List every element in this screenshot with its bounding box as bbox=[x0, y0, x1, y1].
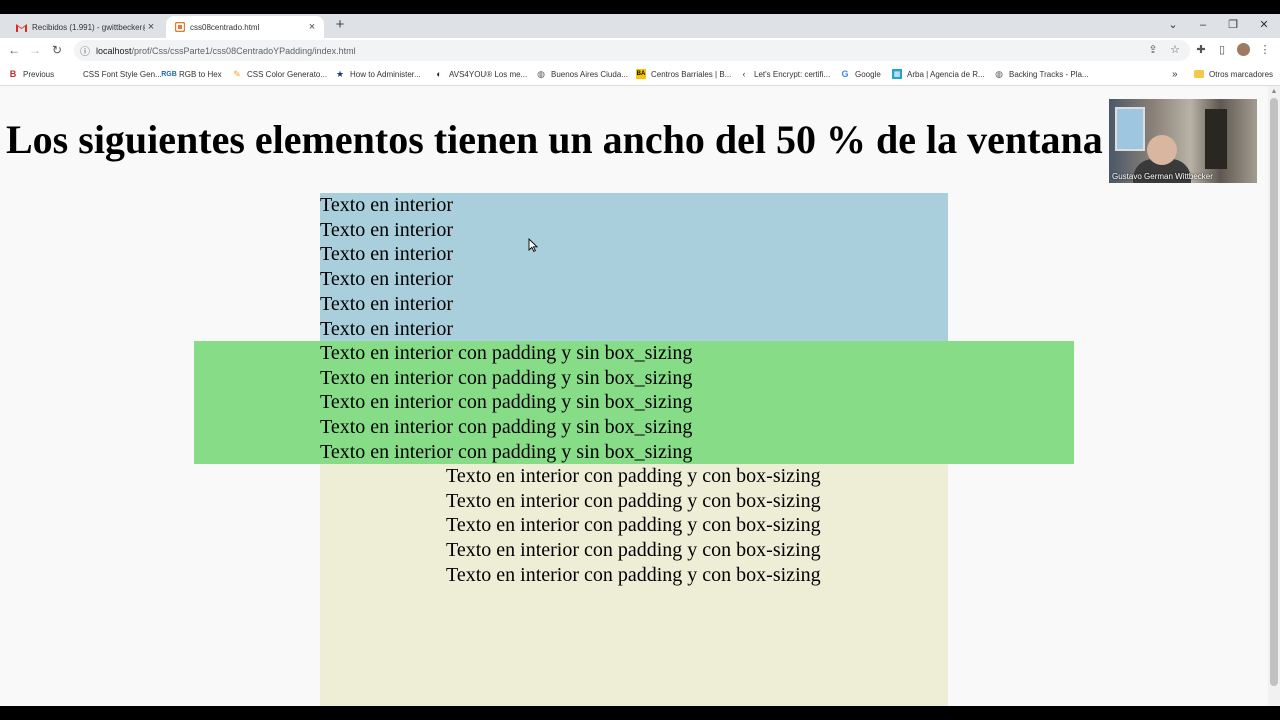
bookmark-centros-barriales[interactable]: BA Centros Barriales | B... bbox=[636, 67, 731, 81]
menu-icon[interactable]: ⋮ bbox=[1258, 43, 1272, 57]
minimize-button[interactable]: – bbox=[1190, 17, 1216, 33]
beige-box: Texto en interior con padding y con box-… bbox=[320, 464, 948, 706]
star-icon: ★ bbox=[335, 68, 345, 79]
beige-box-text: Texto en interior con padding y con box-… bbox=[446, 563, 821, 586]
tab-title: Recibidos (1.991) - gwittbecker@ bbox=[32, 22, 145, 32]
browser-toolbar: ← → ↻ ⓘ localhost/prof/Css/cssParte1/css… bbox=[0, 38, 1280, 63]
forward-arrow-icon[interactable]: → bbox=[27, 42, 43, 58]
bookmark-previous[interactable]: B Previous bbox=[8, 67, 54, 81]
folder-icon bbox=[1194, 69, 1204, 79]
avatar[interactable] bbox=[1236, 43, 1250, 57]
le-icon: ‹ bbox=[742, 69, 746, 79]
tab-strip: Recibidos (1.991) - gwittbecker@ × css08… bbox=[0, 14, 1280, 38]
webcam-door bbox=[1205, 109, 1227, 169]
green-box-text: Texto en interior con padding y sin box_… bbox=[320, 366, 693, 389]
blue-box-text: Texto en interior bbox=[320, 218, 453, 241]
scroll-up-arrow-icon[interactable]: ▲ bbox=[1270, 88, 1278, 96]
reload-icon[interactable]: ↻ bbox=[49, 42, 65, 58]
paint-icon: ✎ bbox=[233, 68, 241, 79]
address-bar[interactable]: ⓘ localhost/prof/Css/cssParte1/css08Cent… bbox=[74, 40, 1190, 61]
bookmark-css-color-gen[interactable]: ✎ CSS Color Generato... bbox=[232, 67, 327, 81]
blue-box: Texto en interior Texto en interior Text… bbox=[320, 193, 948, 341]
blue-box-text: Texto en interior bbox=[320, 292, 453, 315]
green-box-text: Texto en interior con padding y sin box_… bbox=[320, 440, 693, 463]
more-bookmarks-chevron-icon[interactable]: » bbox=[1172, 67, 1178, 81]
bookmark-css-font-style[interactable]: CSS Font Style Gen... bbox=[68, 67, 162, 81]
tab-title: css08centrado.html bbox=[190, 22, 260, 32]
globe-icon: ◍ bbox=[537, 68, 545, 79]
green-box-text: Texto en interior con padding y sin box_… bbox=[320, 391, 693, 414]
webcam-person-head bbox=[1147, 135, 1177, 165]
blank-icon bbox=[68, 69, 78, 79]
green-box: Texto en interior con padding y sin box_… bbox=[194, 341, 1074, 464]
green-box-text: Texto en interior con padding y sin box_… bbox=[320, 342, 693, 364]
top-black-bar bbox=[0, 0, 1280, 14]
vertical-scrollbar[interactable]: ▲ bbox=[1268, 86, 1280, 706]
share-icon[interactable]: ⇪ bbox=[1146, 43, 1160, 57]
green-box-text: Texto en interior con padding y sin box_… bbox=[320, 416, 693, 439]
new-tab-button[interactable]: + bbox=[332, 17, 348, 33]
bottom-black-bar bbox=[0, 706, 1280, 720]
tab-gmail[interactable]: Recibidos (1.991) - gwittbecker@ × bbox=[8, 16, 163, 38]
bookmark-how-to-administer[interactable]: ★ How to Administer... bbox=[335, 67, 421, 81]
page-viewport: Los siguientes elementos tienen un ancho… bbox=[0, 86, 1268, 706]
bookmark-avs4you[interactable]: ◐ AVS4YOU® Los me... bbox=[434, 67, 527, 81]
mouse-cursor-icon bbox=[528, 238, 538, 252]
beige-box-text: Texto en interior con padding y con box-… bbox=[446, 539, 821, 562]
blue-box-text: Texto en interior bbox=[320, 317, 453, 340]
bookmark-lets-encrypt[interactable]: ‹ Let's Encrypt: certifi... bbox=[739, 67, 831, 81]
webcam-name-label: Gustavo German Wittbecker bbox=[1112, 172, 1213, 181]
side-panel-icon[interactable]: ▯ bbox=[1215, 43, 1229, 57]
close-tab-icon[interactable]: × bbox=[145, 21, 157, 33]
beige-box-text: Texto en interior con padding y con box-… bbox=[446, 514, 821, 537]
bookmark-arba[interactable]: ▦ Arba | Agencia de R... bbox=[892, 67, 985, 81]
ba-icon: BA bbox=[636, 69, 646, 79]
url-text: localhost/prof/Css/cssParte1/css08Centra… bbox=[96, 45, 356, 56]
google-icon: G bbox=[841, 69, 849, 79]
tab-search-icon[interactable]: ⌄ bbox=[1160, 17, 1186, 33]
html-file-icon bbox=[174, 22, 185, 33]
bookmark-google[interactable]: G Google bbox=[840, 67, 880, 81]
blue-box-text: Texto en interior bbox=[320, 243, 453, 266]
tab-css08centrado[interactable]: css08centrado.html × bbox=[166, 16, 324, 38]
rgb-icon: RGB bbox=[161, 70, 177, 78]
site-info-icon[interactable]: ⓘ bbox=[78, 43, 92, 58]
webcam-overlay: Gustavo German Wittbecker bbox=[1109, 99, 1257, 183]
close-tab-icon[interactable]: × bbox=[306, 21, 318, 33]
other-bookmarks-folder[interactable]: Otros marcadores bbox=[1194, 67, 1273, 81]
bookmark-rgb-to-hex[interactable]: RGB RGB to Hex bbox=[161, 67, 221, 81]
bookmark-buenos-aires[interactable]: ◍ Buenos Aires Ciuda... bbox=[536, 67, 628, 81]
webcam-window bbox=[1115, 107, 1145, 151]
page-heading: Los siguientes elementos tienen un ancho… bbox=[6, 117, 1103, 162]
red-b-icon: B bbox=[9, 69, 17, 79]
blue-box-text: Texto en interior bbox=[320, 194, 453, 216]
extensions-icon[interactable]: ✚ bbox=[1194, 43, 1208, 57]
beige-box-text: Texto en interior con padding y con box-… bbox=[446, 465, 821, 487]
blue-box-text: Texto en interior bbox=[320, 268, 453, 291]
bookmark-star-icon[interactable]: ☆ bbox=[1168, 43, 1182, 57]
gmail-icon bbox=[16, 22, 27, 33]
beige-box-text: Texto en interior con padding y con box-… bbox=[446, 489, 821, 512]
arba-icon: ▦ bbox=[892, 69, 902, 79]
scrollbar-thumb[interactable] bbox=[1270, 98, 1278, 686]
avs-icon: ◐ bbox=[436, 69, 442, 79]
close-window-button[interactable]: ✕ bbox=[1251, 17, 1277, 33]
restore-button[interactable]: ❐ bbox=[1220, 17, 1246, 33]
back-arrow-icon[interactable]: ← bbox=[6, 42, 22, 58]
globe-icon: ◍ bbox=[995, 68, 1003, 79]
bookmarks-bar: B Previous CSS Font Style Gen... RGB RGB t… bbox=[0, 63, 1280, 86]
bookmark-backing-tracks[interactable]: ◍ Backing Tracks - Pla... bbox=[994, 67, 1089, 81]
